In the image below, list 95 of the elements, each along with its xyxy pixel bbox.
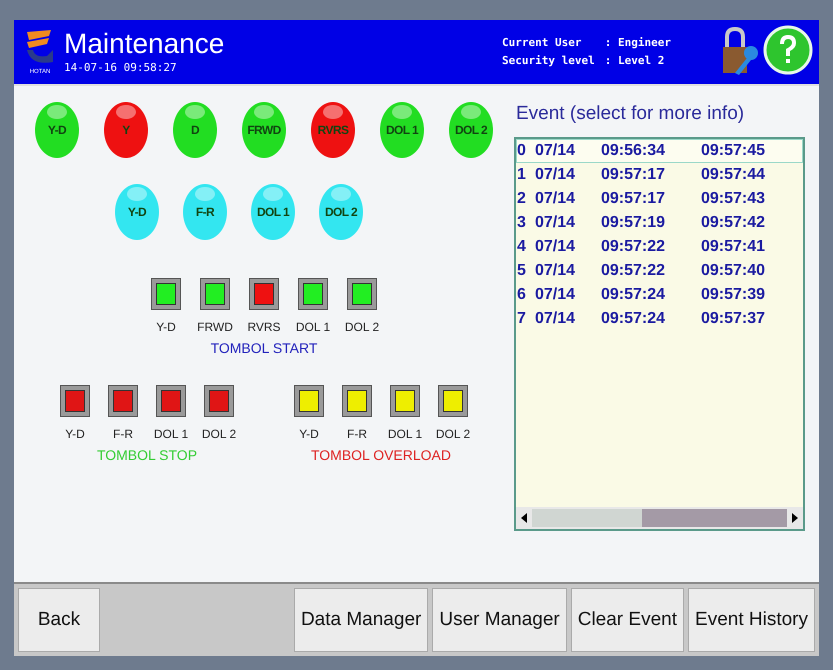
event-row[interactable]: 6 07/14 09:57:24 09:57:39	[516, 282, 803, 306]
event-row[interactable]: 7 07/14 09:57:24 09:57:37	[516, 306, 803, 330]
push-button[interactable]	[390, 385, 420, 417]
event-date: 07/14	[535, 164, 576, 184]
event-index: 4	[517, 236, 527, 256]
button-label: F-R	[346, 426, 368, 443]
lamp-label: F-R	[196, 204, 214, 221]
button-label: DOL 2	[347, 319, 377, 336]
lamp-label: Y	[122, 122, 130, 139]
event-row[interactable]: 4 07/14 09:57:22 09:57:41	[516, 234, 803, 258]
push-button[interactable]	[60, 385, 90, 417]
event-index: 2	[517, 188, 527, 208]
push-button[interactable]	[347, 278, 377, 310]
event-end-time: 09:57:44	[701, 164, 766, 184]
push-button[interactable]	[204, 385, 234, 417]
horizontal-scrollbar[interactable]	[516, 506, 803, 528]
lamp-label: DOL 2	[454, 122, 488, 139]
button-label: DOL 1	[156, 426, 186, 443]
event-row[interactable]: 5 07/14 09:57:22 09:57:40	[516, 258, 803, 282]
button-label: F-R	[112, 426, 134, 443]
button-label: DOL 2	[204, 426, 234, 443]
event-date: 07/14	[535, 188, 576, 208]
event-end-time: 09:57:45	[701, 140, 766, 160]
group-title: TOMBOL STOP	[96, 446, 198, 465]
lamp-label: D	[190, 122, 200, 139]
lamp-label: RVRS	[318, 122, 348, 139]
event-row[interactable]: 3 07/14 09:57:19 09:57:42	[516, 210, 803, 234]
lamp-label: DOL 1	[256, 204, 290, 221]
footer-button[interactable]: User Manager	[432, 588, 567, 652]
event-row[interactable]: 1 07/14 09:57:17 09:57:44	[516, 162, 803, 186]
button-label: DOL 1	[390, 426, 420, 443]
event-end-time: 09:57:40	[701, 260, 766, 280]
event-date: 07/14	[535, 140, 576, 160]
event-start-time: 09:57:19	[601, 212, 666, 232]
push-button[interactable]	[342, 385, 372, 417]
push-button[interactable]	[200, 278, 230, 310]
event-start-time: 09:57:24	[601, 308, 666, 328]
event-index: 0	[517, 140, 527, 160]
push-button[interactable]	[438, 385, 468, 417]
lamp-label: Y-D	[48, 122, 66, 139]
security-label: Security level	[502, 53, 595, 69]
lamp-label: FRWD	[247, 122, 281, 139]
event-index: 6	[517, 284, 527, 304]
event-start-time: 09:57:17	[601, 188, 666, 208]
footer-button[interactable]: Data Manager	[294, 588, 428, 652]
security-value: : Level 2	[604, 53, 666, 69]
event-index: 7	[517, 308, 527, 328]
button-label: FRWD	[200, 319, 230, 336]
event-index: 1	[517, 164, 527, 184]
footer-button[interactable]: Clear Event	[570, 588, 684, 652]
push-button[interactable]	[156, 385, 186, 417]
button-label: DOL 2	[438, 426, 468, 443]
lamp-label: Y-D	[128, 204, 146, 221]
button-label: Y-D	[155, 319, 177, 336]
user-label: Current User	[502, 35, 583, 51]
push-button[interactable]	[249, 278, 279, 310]
back-button[interactable]: Back	[18, 588, 100, 652]
lamp-label: DOL 1	[386, 122, 418, 139]
event-date: 07/14	[535, 284, 576, 304]
event-index: 3	[517, 212, 527, 232]
push-button[interactable]	[294, 385, 324, 417]
button-label: Y-D	[298, 426, 320, 443]
button-label: RVRS	[249, 319, 279, 336]
event-index: 5	[517, 260, 527, 280]
date-time: 14-07-16 09:58:27	[64, 60, 178, 76]
push-button[interactable]	[151, 278, 181, 310]
event-end-time: 09:57:42	[701, 212, 766, 232]
event-start-time: 09:57:17	[601, 164, 666, 184]
button-label: DOL 1	[298, 319, 328, 336]
event-end-time: 09:57:39	[701, 284, 766, 304]
user-value: : Engineer	[604, 35, 671, 51]
event-start-time: 09:56:34	[601, 140, 666, 160]
event-date: 07/14	[535, 236, 576, 256]
button-label: Y-D	[64, 426, 86, 443]
event-end-time: 09:57:41	[701, 236, 766, 256]
push-button[interactable]	[108, 385, 138, 417]
footer-button[interactable]: Event History	[688, 588, 815, 652]
event-date: 07/14	[535, 212, 576, 232]
event-date: 07/14	[535, 308, 576, 328]
scroll-thumb[interactable]	[642, 508, 787, 526]
event-start-time: 09:57:22	[601, 260, 666, 280]
push-button[interactable]	[298, 278, 328, 310]
event-date: 07/14	[535, 260, 576, 280]
event-list-title: Event (select for more info)	[516, 102, 746, 126]
event-row[interactable]: 0 07/14 09:56:34 09:57:45	[516, 138, 803, 162]
padlock-key-icon[interactable]	[721, 27, 761, 77]
event-start-time: 09:57:24	[601, 284, 666, 304]
page-title: Maintenance	[64, 28, 224, 60]
event-end-time: 09:57:37	[701, 308, 766, 328]
event-start-time: 09:57:22	[601, 236, 666, 256]
group-title: TOMBOL OVERLOAD	[310, 446, 452, 465]
event-end-time: 09:57:43	[701, 188, 766, 208]
group-title: TOMBOL START	[210, 339, 318, 358]
event-row[interactable]: 2 07/14 09:57:17 09:57:43	[516, 186, 803, 210]
lamp-label: DOL 2	[324, 204, 358, 221]
